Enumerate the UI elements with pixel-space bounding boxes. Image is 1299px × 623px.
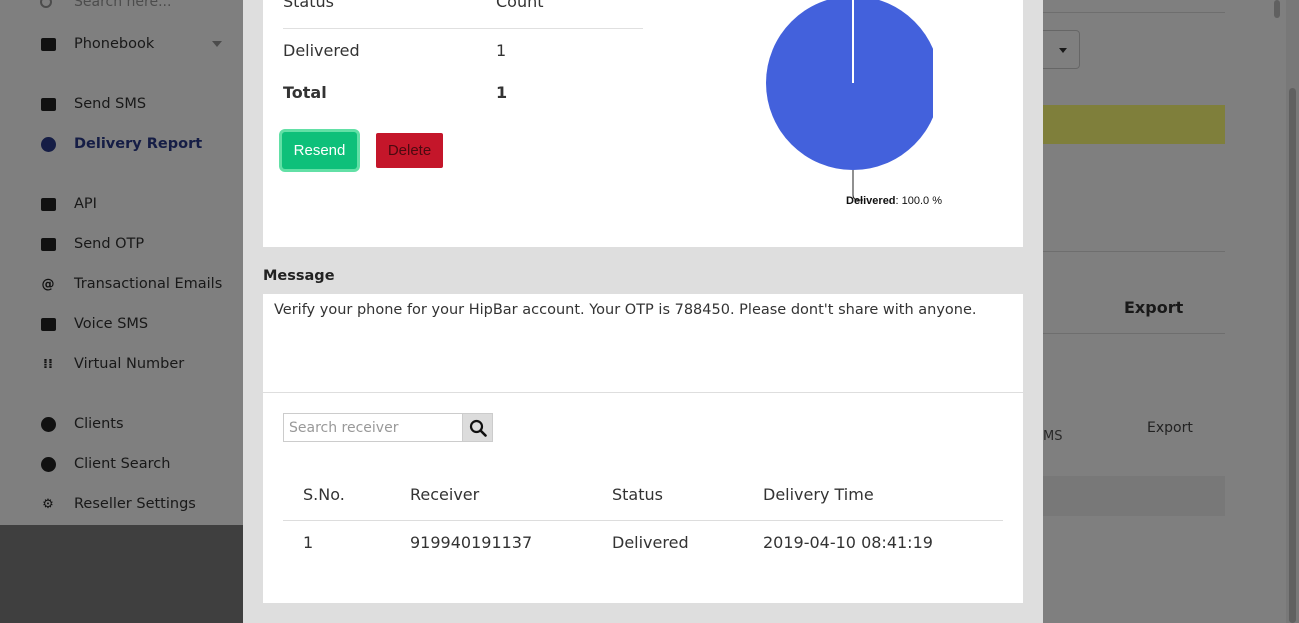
table-cell-receiver: 919940191137 bbox=[410, 533, 533, 552]
receivers-card: S.No. Receiver Status Delivery Time 1 91… bbox=[263, 393, 1023, 603]
search-button[interactable] bbox=[462, 413, 493, 442]
summary-row-count: 1 bbox=[496, 41, 507, 60]
pie-slice-label-name: Delivered bbox=[846, 195, 896, 207]
search-receiver-input[interactable] bbox=[283, 413, 463, 442]
summary-row-status: Delivered bbox=[283, 41, 360, 60]
column-header-status: Status bbox=[612, 485, 663, 504]
summary-total-label: Total bbox=[283, 83, 327, 102]
summary-header-divider bbox=[283, 28, 643, 29]
pie-slice-label-value: : 100.0 % bbox=[895, 195, 943, 207]
delete-button[interactable]: Delete bbox=[376, 133, 443, 168]
column-header-receiver: Receiver bbox=[410, 485, 480, 504]
message-title: Message bbox=[263, 268, 335, 284]
pie-slice-delivered[interactable] bbox=[766, 0, 933, 170]
message-text: Verify your phone for your HipBar accoun… bbox=[263, 294, 1023, 392]
table-cell-status: Delivered bbox=[612, 533, 689, 552]
summary-card: Status Count Delivered 1 Total 1 Resend … bbox=[263, 0, 1023, 247]
summary-total-value: 1 bbox=[496, 83, 508, 102]
column-header-sno: S.No. bbox=[303, 485, 345, 504]
resend-button[interactable]: Resend bbox=[282, 132, 357, 169]
delivery-report-modal: Status Count Delivered 1 Total 1 Resend … bbox=[243, 0, 1043, 623]
summary-header-status: Status bbox=[283, 0, 334, 11]
table-header-divider bbox=[283, 520, 1003, 521]
search-icon bbox=[469, 419, 487, 437]
column-header-delivery-time: Delivery Time bbox=[763, 485, 874, 504]
delivery-pie-chart bbox=[766, 0, 933, 201]
summary-header-count: Count bbox=[496, 0, 544, 11]
table-cell-sno: 1 bbox=[303, 533, 314, 552]
pie-slice-label: Delivered: 100.0 % bbox=[846, 195, 942, 207]
table-cell-delivery-time: 2019-04-10 08:41:19 bbox=[763, 533, 933, 552]
